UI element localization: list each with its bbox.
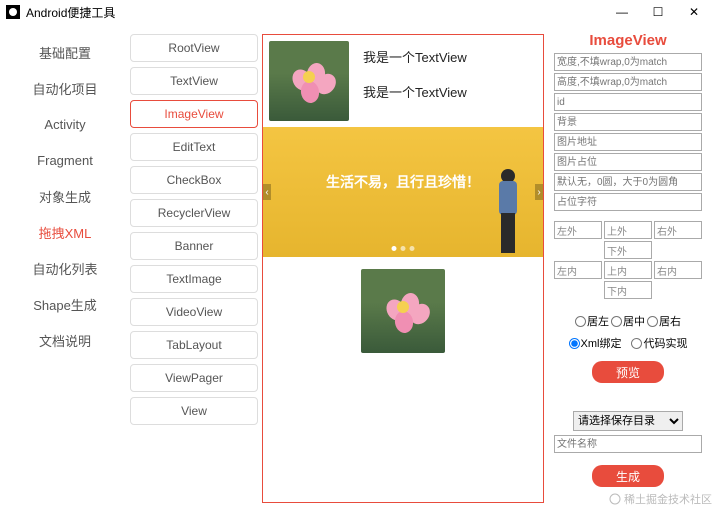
radio-align-left[interactable]: 居左	[575, 313, 609, 329]
props-title: ImageView	[589, 32, 666, 49]
generate-button[interactable]: 生成	[592, 465, 664, 487]
input-placeholder-char[interactable]	[554, 193, 702, 211]
view-banner[interactable]: Banner	[130, 232, 258, 260]
banner-text: 生活不易，且行且珍惜！	[326, 172, 480, 192]
nav-activity[interactable]: Activity	[0, 106, 130, 142]
radio-align-center[interactable]: 居中	[611, 313, 645, 329]
preview-banner[interactable]: ‹ › 生活不易，且行且珍惜！	[263, 127, 543, 257]
view-checkbox[interactable]: CheckBox	[130, 166, 258, 194]
view-textimage[interactable]: TextImage	[130, 265, 258, 293]
margin-right-outer[interactable]: 右外	[654, 221, 702, 239]
nav-basic-config[interactable]: 基础配置	[0, 34, 130, 70]
view-recyclerview[interactable]: RecyclerView	[130, 199, 258, 227]
properties-panel: ImageView 左外 上外 右外 下外 左内 上内 右内 下内	[548, 24, 708, 513]
view-rootview[interactable]: RootView	[130, 34, 258, 62]
padding-bottom-inner[interactable]: 下内	[604, 281, 652, 299]
padding-right-inner[interactable]: 右内	[654, 261, 702, 279]
margin-top-outer[interactable]: 上外	[604, 221, 652, 239]
input-background[interactable]	[554, 113, 702, 131]
view-viewpager[interactable]: ViewPager	[130, 364, 258, 392]
nav-docs[interactable]: 文档说明	[0, 322, 130, 358]
nav-fragment[interactable]: Fragment	[0, 142, 130, 178]
margin-left-outer[interactable]: 左外	[554, 221, 602, 239]
window-title: Android便捷工具	[26, 4, 115, 21]
nav-object-gen[interactable]: 对象生成	[0, 178, 130, 214]
preview-textview-2[interactable]: 我是一个TextView	[363, 82, 467, 101]
view-videoview[interactable]: VideoView	[130, 298, 258, 326]
sidebar-nav: 基础配置 自动化项目 Activity Fragment 对象生成 拖拽XML …	[0, 24, 130, 513]
padding-left-inner[interactable]: 左内	[554, 261, 602, 279]
view-tablayout[interactable]: TabLayout	[130, 331, 258, 359]
watermark: 稀土掘金技术社区	[609, 491, 712, 507]
input-image-url[interactable]	[554, 133, 702, 151]
nav-auto-list[interactable]: 自动化列表	[0, 250, 130, 286]
view-textview[interactable]: TextView	[130, 67, 258, 95]
banner-dots	[392, 246, 415, 251]
preview-textview-1[interactable]: 我是一个TextView	[363, 47, 467, 66]
preview-image-2[interactable]	[361, 269, 445, 353]
close-button[interactable]: ✕	[676, 0, 712, 24]
filename-input[interactable]	[554, 435, 702, 453]
input-width[interactable]	[554, 53, 702, 71]
margin-bottom-outer[interactable]: 下外	[604, 241, 652, 259]
save-dir-select[interactable]: 请选择保存目录	[573, 411, 683, 431]
preview-button[interactable]: 预览	[592, 361, 664, 383]
nav-drag-xml[interactable]: 拖拽XML	[0, 214, 130, 250]
view-view[interactable]: View	[130, 397, 258, 425]
banner-next-icon[interactable]: ›	[535, 184, 543, 200]
input-height[interactable]	[554, 73, 702, 91]
maximize-button[interactable]: ☐	[640, 0, 676, 24]
input-id[interactable]	[554, 93, 702, 111]
nav-auto-project[interactable]: 自动化项目	[0, 70, 130, 106]
view-edittext[interactable]: EditText	[130, 133, 258, 161]
app-icon	[6, 5, 20, 19]
minimize-button[interactable]: —	[604, 0, 640, 24]
preview-canvas[interactable]: 我是一个TextView 我是一个TextView ‹ › 生活不易，且行且珍惜…	[262, 34, 544, 503]
input-corner[interactable]	[554, 173, 702, 191]
banner-prev-icon[interactable]: ‹	[263, 184, 271, 200]
banner-person-icon	[491, 167, 525, 257]
radio-code-impl[interactable]: 代码实现	[631, 335, 687, 351]
nav-shape-gen[interactable]: Shape生成	[0, 286, 130, 322]
radio-xml-bind[interactable]: Xml绑定	[569, 335, 622, 351]
radio-align-right[interactable]: 居右	[647, 313, 681, 329]
padding-top-inner[interactable]: 上内	[604, 261, 652, 279]
view-imageview[interactable]: ImageView	[130, 100, 258, 128]
view-list: RootView TextView ImageView EditText Che…	[130, 24, 258, 513]
preview-image-1[interactable]	[269, 41, 349, 121]
input-placeholder-img[interactable]	[554, 153, 702, 171]
